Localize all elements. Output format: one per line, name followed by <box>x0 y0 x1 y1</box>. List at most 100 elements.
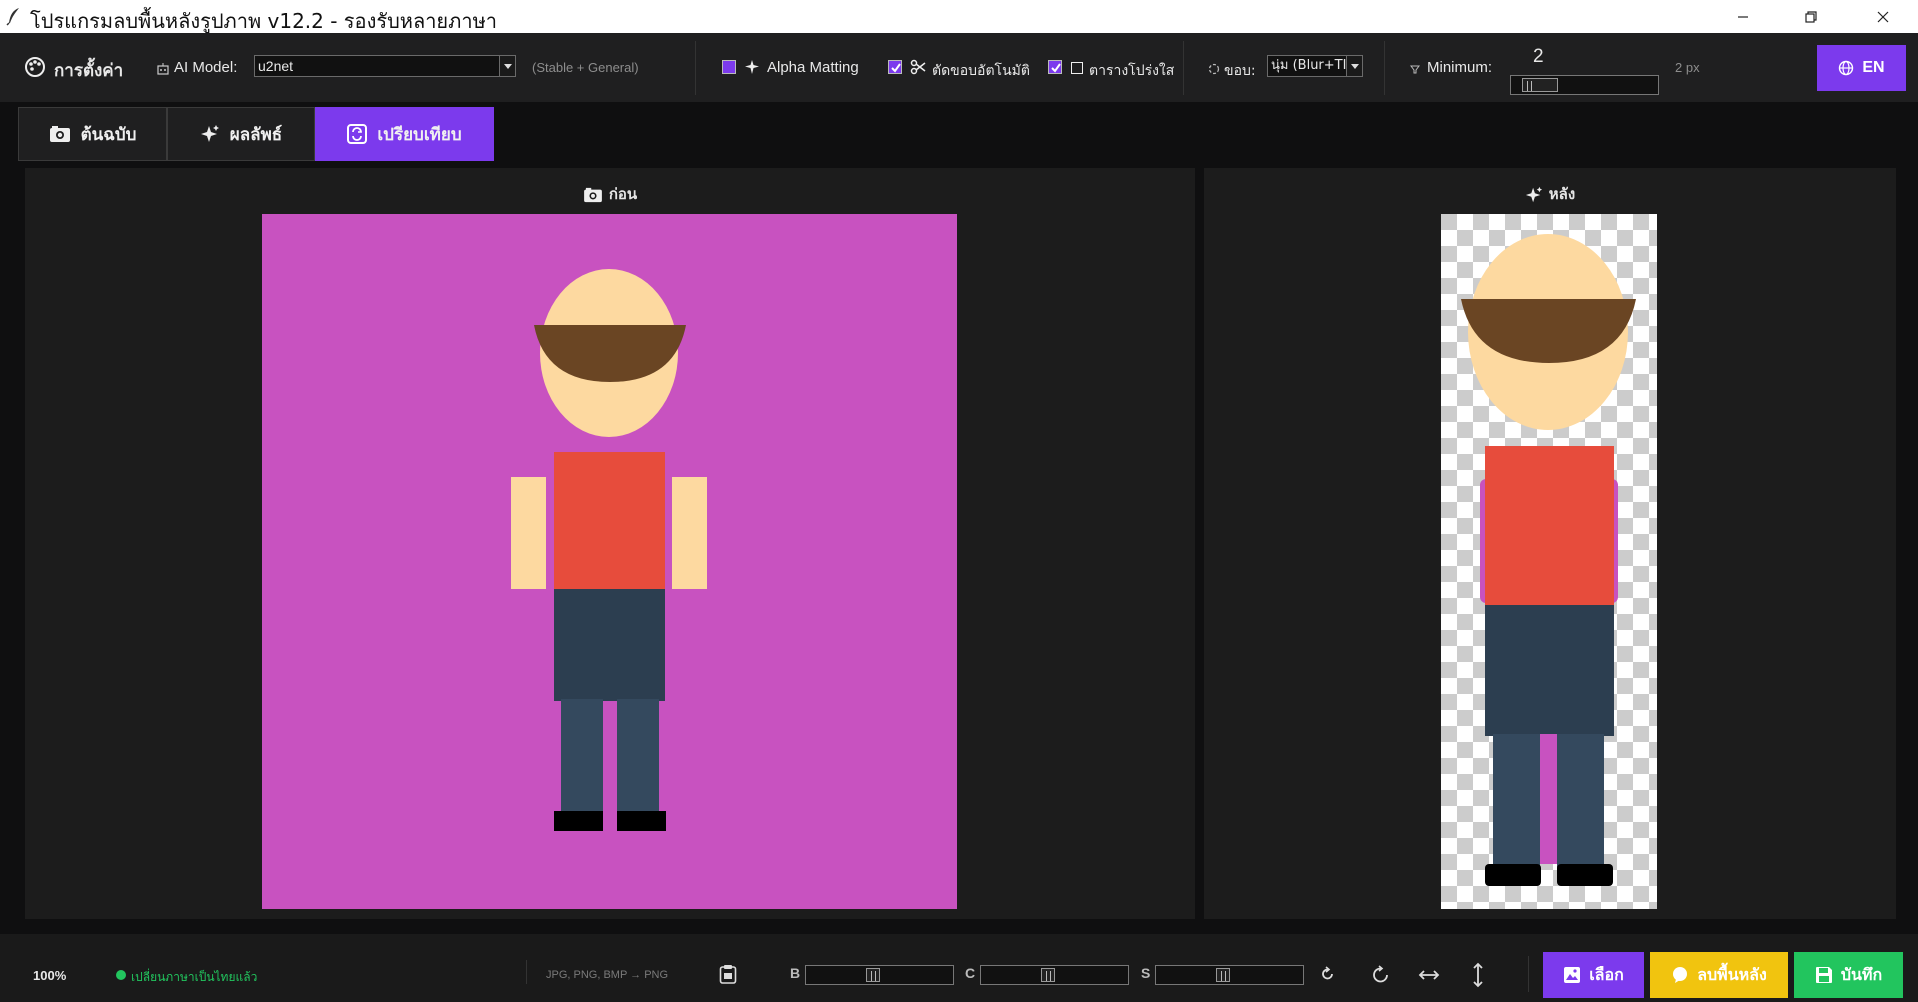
bubble-icon <box>1673 967 1688 983</box>
left-shoe <box>554 811 603 831</box>
flip-horizontal-icon[interactable] <box>1417 967 1441 983</box>
title-bar: โปรแกรมลบพื้นหลังรูปภาพ v12.2 - รองรับหล… <box>0 0 1918 33</box>
leg-gap-fringe <box>1540 734 1559 864</box>
status-bar: 100% เปลี่ยนภาษาเป็นไทยแล้ว JPG, PNG, BM… <box>0 934 1918 1002</box>
language-toggle-label: EN <box>1862 59 1885 76</box>
contrast-slider[interactable] <box>980 965 1129 985</box>
reset-icon[interactable] <box>1320 966 1336 982</box>
before-panel: ก่อน <box>25 168 1195 919</box>
left-leg <box>561 699 603 814</box>
restore-button[interactable] <box>1788 0 1834 33</box>
sparkle-icon <box>200 125 219 142</box>
after-label: หลัง <box>1548 185 1576 203</box>
slider-handle[interactable] <box>1522 78 1558 92</box>
feather-app-icon <box>6 8 19 26</box>
saturation-slider[interactable] <box>1155 965 1304 985</box>
left-shoe <box>1485 864 1541 886</box>
shirt <box>1485 446 1614 609</box>
transparent-grid-checkbox[interactable] <box>1048 60 1062 74</box>
palette-icon <box>25 57 45 77</box>
zoom-level: 100% <box>33 968 67 983</box>
square-icon <box>1071 62 1083 74</box>
funnel-icon <box>1410 65 1420 74</box>
ai-model-label: AI Model: <box>174 59 238 76</box>
brightness-slider[interactable] <box>805 965 954 985</box>
tab-original-label: ต้นฉบับ <box>80 124 137 145</box>
alpha-matting-label: Alpha Matting <box>767 59 859 76</box>
auto-crop-checkbox[interactable] <box>888 60 902 74</box>
edge-mode-value: นุ่ม (Blur+TI <box>1271 58 1347 73</box>
minimum-slider[interactable] <box>1510 75 1659 95</box>
save-button[interactable]: บันทึก <box>1794 952 1903 998</box>
tab-original[interactable]: ต้นฉบับ <box>18 107 167 161</box>
right-leg <box>617 699 659 814</box>
edge-label: ขอบ: <box>1224 63 1256 79</box>
right-shoe <box>1557 864 1613 886</box>
floppy-disk-icon <box>1815 967 1832 983</box>
ai-model-note: (Stable + General) <box>532 60 639 75</box>
chevron-down-icon[interactable] <box>1346 56 1362 76</box>
compare-icon <box>347 124 368 144</box>
tab-result[interactable]: ผลลัพธ์ <box>167 107 315 161</box>
tab-result-label: ผลลัพธ์ <box>229 124 283 145</box>
status-divider <box>526 960 527 984</box>
tab-compare[interactable]: เปรียบเทียบ <box>315 107 494 161</box>
chevron-down-icon[interactable] <box>499 56 515 76</box>
rotate-icon[interactable] <box>1370 964 1392 986</box>
status-message: เปลี่ยนภาษาเป็นไทยแล้ว <box>131 970 258 984</box>
pants <box>554 589 665 701</box>
ai-model-value: u2net <box>258 58 294 74</box>
right-shoe <box>617 811 666 831</box>
slider-handle[interactable] <box>1216 968 1230 982</box>
status-divider <box>1528 956 1529 992</box>
language-toggle-button[interactable]: EN <box>1817 45 1906 91</box>
checkmark-icon <box>891 63 901 73</box>
remove-background-button[interactable]: ลบพื้นหลัง <box>1650 952 1788 998</box>
choose-image-button[interactable]: เลือก <box>1543 952 1644 998</box>
right-leg <box>1557 734 1604 868</box>
edge-mode-select[interactable]: นุ่ม (Blur+TI <box>1267 55 1363 77</box>
flip-vertical-icon[interactable] <box>1470 961 1486 989</box>
restore-icon <box>1805 10 1817 23</box>
photo-icon <box>583 187 602 202</box>
photo-icon <box>49 126 70 142</box>
globe-icon <box>1839 60 1854 76</box>
toolbar-divider <box>1384 41 1385 95</box>
sparkle-icon <box>1525 186 1542 202</box>
robot-icon <box>157 63 169 75</box>
settings-label: การตั้งค่า <box>54 61 124 81</box>
after-title: หลัง <box>1204 182 1896 206</box>
minimize-icon <box>1738 15 1748 18</box>
saturation-label: S <box>1141 965 1151 981</box>
before-image <box>262 214 957 909</box>
save-label: บันทึก <box>1840 964 1883 984</box>
edge-icon <box>1208 63 1220 75</box>
slider-handle[interactable] <box>1041 968 1055 982</box>
clipboard-icon[interactable] <box>719 964 737 984</box>
remove-background-label: ลบพื้นหลัง <box>1697 964 1767 984</box>
minimum-unit: 2 px <box>1675 60 1700 75</box>
tab-compare-label: เปรียบเทียบ <box>377 124 462 145</box>
brightness-label: B <box>790 965 801 981</box>
ai-model-select[interactable]: u2net <box>254 55 516 77</box>
format-hint: JPG, PNG, BMP → PNG <box>546 969 669 981</box>
scissors-icon <box>910 59 926 75</box>
sparkle-icon <box>745 60 759 74</box>
close-icon <box>1877 11 1889 22</box>
before-title: ก่อน <box>25 182 1195 206</box>
close-button[interactable] <box>1860 0 1906 33</box>
settings-toolbar: การตั้งค่า AI Model: u2net (Stable + Gen… <box>0 33 1918 102</box>
left-arm <box>511 477 546 589</box>
status-dot-icon <box>116 970 126 980</box>
before-label: ก่อน <box>608 185 638 203</box>
minimum-label: Minimum: <box>1427 59 1493 76</box>
left-leg <box>1493 734 1540 868</box>
after-image <box>1441 214 1657 909</box>
auto-crop-label: ตัดขอบอัตโนมัติ <box>932 63 1030 79</box>
minimum-value: 2 <box>1533 46 1544 67</box>
checkmark-icon <box>1051 63 1061 73</box>
slider-handle[interactable] <box>866 968 880 982</box>
minimize-button[interactable] <box>1720 0 1766 33</box>
pants <box>1485 605 1614 736</box>
alpha-matting-checkbox[interactable] <box>722 60 736 74</box>
